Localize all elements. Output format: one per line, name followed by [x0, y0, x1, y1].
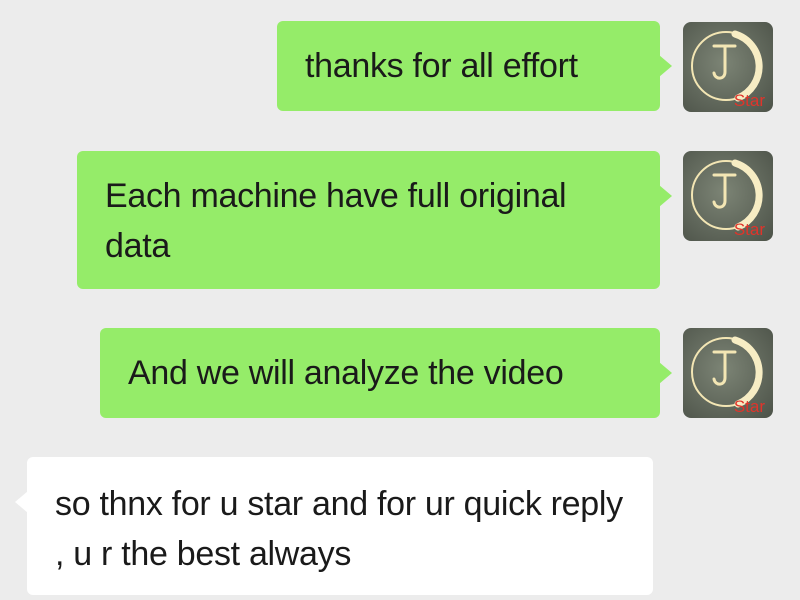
- message-bubble-outgoing[interactable]: thanks for all effort: [277, 21, 672, 111]
- avatar[interactable]: Star: [683, 151, 773, 241]
- message-bubble-outgoing[interactable]: Each machine have full original data: [77, 151, 672, 289]
- avatar-label: Star: [733, 91, 765, 110]
- message-text: And we will analyze the video: [128, 354, 564, 392]
- bubble-tail: [659, 362, 672, 384]
- bubble-tail: [659, 185, 672, 207]
- message-text: thanks for all effort: [305, 47, 578, 85]
- chat-window: thanks for all effort Star Each machine …: [0, 0, 800, 600]
- avatar[interactable]: Star: [683, 22, 773, 112]
- message-bubble-outgoing[interactable]: And we will analyze the video: [100, 328, 672, 418]
- avatar-label: Star: [733, 220, 765, 239]
- avatar-label: Star: [733, 397, 765, 416]
- bubble-tail: [659, 55, 672, 77]
- bubble-tail: [15, 491, 28, 513]
- message-bubble-incoming[interactable]: so thnx for u star and for ur quick repl…: [15, 457, 653, 595]
- message-text: so thnx for u star and for ur quick repl…: [55, 485, 623, 573]
- avatar[interactable]: Star: [683, 328, 773, 418]
- message-text: Each machine have full original data: [105, 177, 567, 265]
